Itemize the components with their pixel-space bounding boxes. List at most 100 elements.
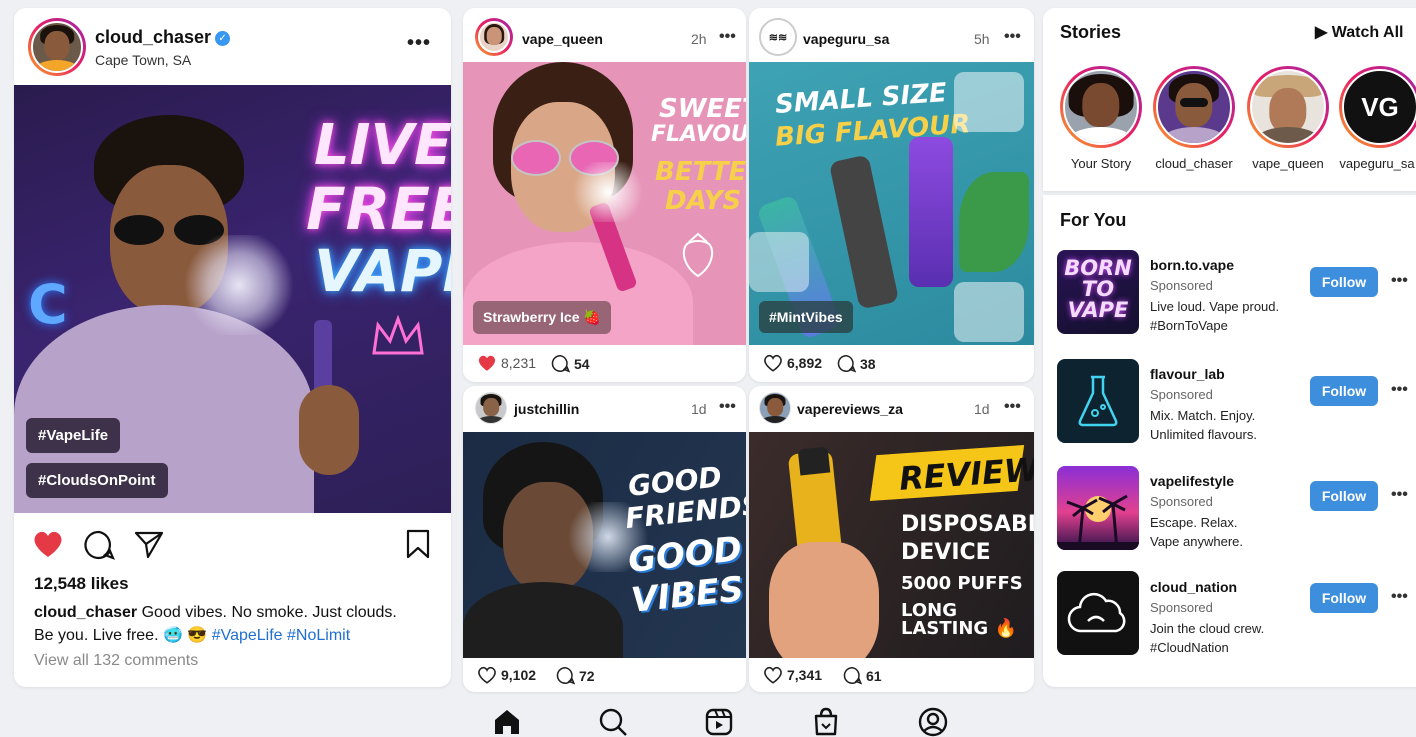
post-image[interactable]: GOOD FRIENDS GOOD VIBES <box>463 432 746 658</box>
post-image[interactable]: SMALL SIZE BIG FLAVOUR #MintVibes <box>749 62 1034 345</box>
home-icon[interactable] <box>491 706 523 737</box>
comment-icon[interactable] <box>551 354 570 373</box>
share-icon[interactable] <box>133 529 165 559</box>
search-icon[interactable] <box>597 706 629 737</box>
reels-icon[interactable] <box>703 706 735 737</box>
suggestion-name[interactable]: born.to.vape <box>1150 257 1234 273</box>
save-icon[interactable] <box>405 529 431 559</box>
poster-line-1: SWEET <box>659 94 746 124</box>
comments-stat[interactable]: 61 <box>843 666 882 685</box>
likes-stat[interactable]: 9,102 <box>477 666 536 684</box>
neon-line-3: VAPE <box>314 237 451 305</box>
verified-icon: ✓ <box>215 31 231 46</box>
caption-username[interactable]: cloud_chaser <box>34 604 137 621</box>
story-cloud-chaser[interactable] <box>1153 66 1235 148</box>
more-options-icon[interactable]: ••• <box>719 28 736 46</box>
poster-line-3: DEVICE <box>901 540 991 565</box>
neon-line-2: FREE <box>306 175 451 243</box>
author-username[interactable]: cloud_chaser <box>95 27 211 47</box>
comments-count: 61 <box>866 667 882 684</box>
poster-line-2: DISPOSABLE <box>901 512 1034 537</box>
comment-icon[interactable] <box>837 354 856 373</box>
like-icon[interactable] <box>32 529 64 559</box>
desc-line: Live loud. Vape proud. <box>1150 299 1280 314</box>
follow-button[interactable]: Follow <box>1310 481 1378 511</box>
username[interactable]: justchillin <box>514 401 579 417</box>
more-options-icon[interactable]: ••• <box>719 398 736 416</box>
username[interactable]: vapereviews_za <box>797 401 903 417</box>
user-avatar[interactable] <box>759 392 791 424</box>
stories-panel: Stories ▶ Watch All Your Story cloud_cha… <box>1043 8 1416 191</box>
user-avatar[interactable] <box>475 392 507 424</box>
comment-icon[interactable] <box>83 529 115 561</box>
more-options-icon[interactable]: ••• <box>1391 381 1408 399</box>
more-options-icon[interactable]: ••• <box>1004 398 1021 416</box>
more-options-icon[interactable]: ••• <box>1391 588 1408 606</box>
post-location[interactable]: Cape Town, SA <box>95 52 191 68</box>
tag-chip-cloudsonpoint[interactable]: #CloudsOnPoint <box>26 463 168 498</box>
like-icon[interactable] <box>763 666 783 684</box>
story-label: cloud_chaser <box>1155 156 1233 171</box>
suggestion-thumb[interactable] <box>1057 466 1139 550</box>
post-image[interactable]: SWEET FLAVOURS BETTER DAYS Strawberry Ic… <box>463 62 746 345</box>
cloud-icon <box>1067 592 1126 633</box>
likes-count[interactable]: 12,548 likes <box>34 574 129 594</box>
watch-all-button[interactable]: ▶ Watch All <box>1315 22 1403 42</box>
story-your-story[interactable] <box>1060 66 1142 148</box>
suggestion-thumb[interactable] <box>1057 359 1139 443</box>
comments-stat[interactable]: 38 <box>837 354 876 373</box>
stories-title: Stories <box>1060 22 1122 42</box>
profile-icon[interactable] <box>917 706 949 737</box>
grid-post-header: vape_queen 2h ••• <box>463 8 746 62</box>
suggestion-desc: Join the cloud crew. #CloudNation <box>1150 619 1300 657</box>
author-avatar[interactable] <box>28 18 86 76</box>
story-vape-queen[interactable] <box>1247 66 1329 148</box>
likes-count: 9,102 <box>501 667 537 683</box>
post-image[interactable]: REVIEW DISPOSABLE DEVICE 5000 PUFFS LONG… <box>749 432 1034 658</box>
follow-button[interactable]: Follow <box>1310 376 1378 406</box>
suggestion-thumb[interactable]: BORN TO VAPE <box>1057 250 1139 334</box>
for-you-title: For You <box>1060 210 1127 230</box>
more-options-icon[interactable]: ••• <box>1391 272 1408 290</box>
like-icon[interactable] <box>763 354 783 372</box>
comments-stat[interactable]: 72 <box>556 666 595 685</box>
post-image[interactable]: C LIVE FREE VAPE #VapeLife #CloudsOnPoin… <box>14 85 451 513</box>
more-options-icon[interactable]: ••• <box>1004 28 1021 46</box>
suggestion-name[interactable]: vapelifestyle <box>1150 473 1234 489</box>
flavour-chip[interactable]: Strawberry Ice 🍓 <box>473 301 611 334</box>
sponsored-label: Sponsored <box>1150 600 1213 615</box>
hashtag-chip[interactable]: #MintVibes <box>759 301 853 333</box>
more-options-icon[interactable]: ••• <box>1391 486 1408 504</box>
shop-icon[interactable] <box>810 706 842 737</box>
desc-line: Vape anywhere. <box>1150 534 1243 549</box>
likes-stat[interactable]: 7,341 <box>763 666 822 684</box>
comments-count: 38 <box>860 355 876 372</box>
likes-stat[interactable]: 6,892 <box>763 354 822 372</box>
user-avatar[interactable] <box>475 18 513 56</box>
like-icon[interactable] <box>477 666 497 684</box>
comments-stat[interactable]: 54 <box>551 354 590 373</box>
desc-line: #BornToVape <box>1150 318 1228 333</box>
suggestion-name[interactable]: cloud_nation <box>1150 579 1237 595</box>
caption-hashtags[interactable]: #VapeLife #NoLimit <box>212 627 350 644</box>
username[interactable]: vape_queen <box>522 31 603 47</box>
follow-button[interactable]: Follow <box>1310 583 1378 613</box>
desc-line: Escape. Relax. <box>1150 515 1238 530</box>
username[interactable]: vapeguru_sa <box>803 31 889 47</box>
like-icon[interactable] <box>477 354 497 372</box>
user-avatar[interactable]: ≋≋ <box>759 18 797 56</box>
for-you-panel: For You BORN TO VAPE born.to.vape Sponso… <box>1043 195 1416 687</box>
suggestion-thumb[interactable] <box>1057 571 1139 655</box>
tag-chip-vapelife[interactable]: #VapeLife <box>26 418 121 453</box>
sponsored-label: Sponsored <box>1150 387 1213 402</box>
follow-button[interactable]: Follow <box>1310 267 1378 297</box>
comment-icon[interactable] <box>843 666 862 685</box>
likes-stat[interactable]: 8,231 <box>477 354 536 372</box>
view-comments-link[interactable]: View all 132 comments <box>34 652 198 670</box>
timestamp: 5h <box>974 31 990 47</box>
strawberry-icon <box>682 232 714 278</box>
more-options-icon[interactable]: ••• <box>407 32 431 55</box>
suggestion-name[interactable]: flavour_lab <box>1150 366 1225 382</box>
comment-icon[interactable] <box>556 666 575 685</box>
story-vapeguru-sa[interactable]: VG <box>1339 66 1416 148</box>
